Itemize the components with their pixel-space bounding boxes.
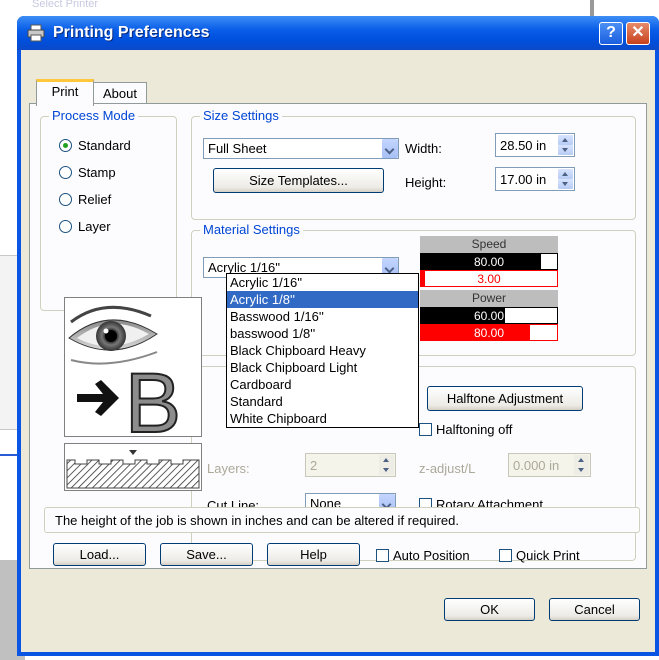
layers-value: 2	[310, 458, 318, 473]
layers-spinner[interactable]: 2	[305, 453, 396, 477]
width-label: Width:	[405, 141, 442, 156]
power-bar-2[interactable]: 80.00	[420, 324, 558, 341]
speed-value-2: 3.00	[477, 272, 501, 286]
radio-relief[interactable]: Relief	[59, 192, 111, 207]
checkbox-box[interactable]	[419, 423, 432, 436]
layers-label: Layers:	[207, 461, 250, 476]
radio-stamp[interactable]: Stamp	[59, 165, 116, 180]
halftoning-off-checkbox[interactable]: Halftoning off	[419, 422, 512, 437]
sheet-size-combo[interactable]: Full Sheet	[203, 138, 399, 159]
auto-position-checkbox[interactable]: Auto Position	[376, 548, 470, 563]
radio-standard-label: Standard	[78, 138, 131, 153]
hatch-pattern-illustration	[66, 450, 200, 489]
spin-up-icon[interactable]	[558, 169, 573, 179]
tab-print[interactable]: Print	[36, 79, 94, 106]
quick-print-checkbox[interactable]: Quick Print	[499, 548, 580, 563]
radio-dot[interactable]	[59, 139, 72, 152]
process-mode-group: Process Mode Standard Stamp Relief Layer	[40, 108, 177, 311]
sheet-size-value: Full Sheet	[208, 141, 267, 156]
width-value: 28.50 in	[500, 138, 547, 153]
checkbox-box[interactable]	[499, 549, 512, 562]
speed-value-1: 80.00	[473, 255, 505, 269]
size-settings-legend: Size Settings	[200, 108, 282, 123]
radio-dot[interactable]	[59, 166, 72, 179]
speed-bar-2-fill	[421, 271, 425, 286]
speed-bar-1-fill	[541, 254, 557, 269]
radio-relief-label: Relief	[78, 192, 112, 207]
radio-layer[interactable]: Layer	[59, 219, 111, 234]
halftoning-off-label: Halftoning off	[436, 422, 513, 437]
speed-bar-2[interactable]: 3.00	[420, 270, 558, 287]
checkbox-box[interactable]	[376, 549, 389, 562]
spin-down-icon[interactable]	[379, 465, 394, 475]
spin-down-icon[interactable]	[558, 145, 573, 155]
material-option[interactable]: White Chipboard	[227, 410, 418, 427]
material-option[interactable]: Black Chipboard Heavy	[227, 342, 418, 359]
spin-up-icon[interactable]	[574, 455, 589, 465]
ok-button[interactable]: OK	[444, 598, 535, 621]
spin-up-icon[interactable]	[379, 455, 394, 465]
material-dropdown-list[interactable]: Acrylic 1/16'' Acrylic 1/8'' Basswood 1/…	[226, 273, 419, 428]
material-option[interactable]: Black Chipboard Light	[227, 359, 418, 376]
chevron-down-icon[interactable]	[381, 139, 398, 158]
height-value: 17.00 in	[500, 172, 547, 187]
speed-bar-1[interactable]: 80.00	[420, 253, 558, 270]
auto-position-label: Auto Position	[393, 548, 470, 563]
power-bar-1[interactable]: 60.00	[420, 307, 558, 324]
height-label: Height:	[405, 175, 447, 190]
status-hint: The height of the job is shown in inches…	[44, 507, 640, 533]
svg-text:B: B	[125, 356, 181, 436]
size-settings-group: Size Settings Full Sheet Size Templates.…	[191, 108, 636, 220]
quick-print-label: Quick Print	[516, 548, 580, 563]
spin-down-icon[interactable]	[574, 465, 589, 475]
printer-icon	[27, 24, 45, 42]
radio-stamp-label: Stamp	[78, 165, 116, 180]
z-adjust-spinner[interactable]: 0.000 in	[508, 453, 591, 477]
height-spinner[interactable]: 17.00 in	[495, 167, 575, 191]
process-preview-image: B	[64, 297, 202, 451]
material-option[interactable]: Cardboard	[227, 376, 418, 393]
material-option-highlighted[interactable]: Acrylic 1/8''	[227, 291, 418, 308]
power-bar-1-fill	[505, 308, 557, 323]
radio-layer-label: Layer	[78, 219, 111, 234]
material-settings-legend: Material Settings	[200, 222, 303, 237]
speed-header: Speed	[420, 236, 558, 253]
size-templates-button[interactable]: Size Templates...	[213, 168, 384, 193]
power-header: Power	[420, 290, 558, 307]
spin-down-icon[interactable]	[558, 179, 573, 189]
close-button[interactable]: ✕	[626, 22, 650, 45]
help-title-button[interactable]: ?	[599, 22, 623, 45]
window-title: Printing Preferences	[53, 24, 210, 41]
help-button[interactable]: Help	[267, 543, 360, 566]
radio-standard[interactable]: Standard	[59, 138, 131, 153]
cancel-button[interactable]: Cancel	[549, 598, 640, 621]
power-value-2: 80.00	[473, 326, 505, 340]
save-button[interactable]: Save...	[160, 543, 253, 566]
z-adjust-label: z-adjust/L	[419, 461, 476, 476]
z-adjust-value: 0.000 in	[513, 458, 560, 473]
radio-dot[interactable]	[59, 193, 72, 206]
title-bar[interactable]: Printing Preferences ? ✕	[17, 16, 659, 50]
halftone-adjustment-button[interactable]: Halftone Adjustment	[427, 386, 583, 411]
preview-strip	[64, 443, 202, 491]
radio-dot[interactable]	[59, 220, 72, 233]
material-option[interactable]: basswood 1/8''	[227, 325, 418, 342]
background-title-fragment: Select Printer	[32, 0, 99, 10]
load-button[interactable]: Load...	[53, 543, 146, 566]
power-bar-2-fill	[530, 325, 557, 340]
power-value-1: 60.00	[473, 309, 505, 323]
material-option[interactable]: Basswood 1/16''	[227, 308, 418, 325]
eye-arrow-b-illustration: B	[65, 298, 201, 451]
material-option[interactable]: Standard	[227, 393, 418, 410]
width-spinner[interactable]: 28.50 in	[495, 133, 575, 157]
spin-up-icon[interactable]	[558, 135, 573, 145]
process-mode-legend: Process Mode	[49, 108, 139, 123]
material-option[interactable]: Acrylic 1/16''	[227, 274, 418, 291]
